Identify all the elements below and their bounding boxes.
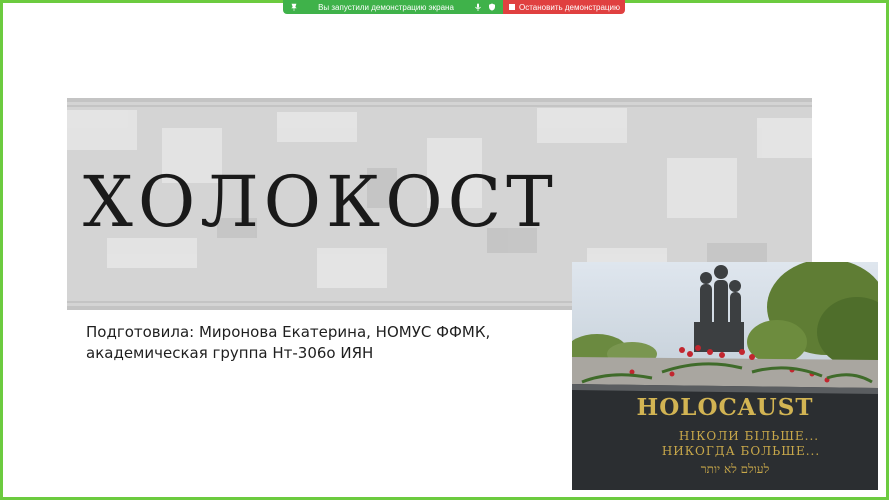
shield-icon[interactable]: [487, 2, 497, 12]
stop-sharing-label: Остановить демонстрацию: [519, 2, 620, 12]
screen-share-toolbar: Вы запустили демонстрацию экрана Останов…: [283, 0, 625, 14]
stop-sharing-button[interactable]: Остановить демонстрацию: [503, 0, 625, 14]
subtitle-line-author: Подготовила: Миронова Екатерина, НОМУС Ф…: [86, 323, 491, 341]
band-top-rule: [67, 98, 812, 102]
stop-icon: [509, 4, 515, 10]
slide-subtitle: Подготовила: Миронова Екатерина, НОМУС Ф…: [86, 322, 566, 364]
engraving-ukrainian: НІКОЛИ БІЛЬШЕ...: [678, 429, 820, 443]
engraving-russian: НИКОГДА БОЛЬШЕ...: [661, 444, 821, 458]
screen-share-status: Вы запустили демонстрацию экрана: [283, 0, 503, 14]
engraving-title: HOLOCAUST: [636, 394, 814, 421]
engraving-hebrew: לעולם לא יותר: [700, 462, 770, 476]
slide-title: ХОЛОКОСТ: [83, 161, 558, 243]
subtitle-line-group: академическая группа Нт-306о ИЯН: [86, 344, 374, 362]
memorial-photo: HOLOCAUST НІКОЛИ БІЛЬШЕ... НИКОГДА БОЛЬШ…: [572, 262, 878, 490]
audio-icon[interactable]: [473, 2, 483, 12]
pin-icon[interactable]: [289, 2, 299, 12]
band-top-rule-thin: [67, 105, 812, 107]
screen-share-status-text: Вы запустили демонстрацию экрана: [318, 2, 454, 12]
